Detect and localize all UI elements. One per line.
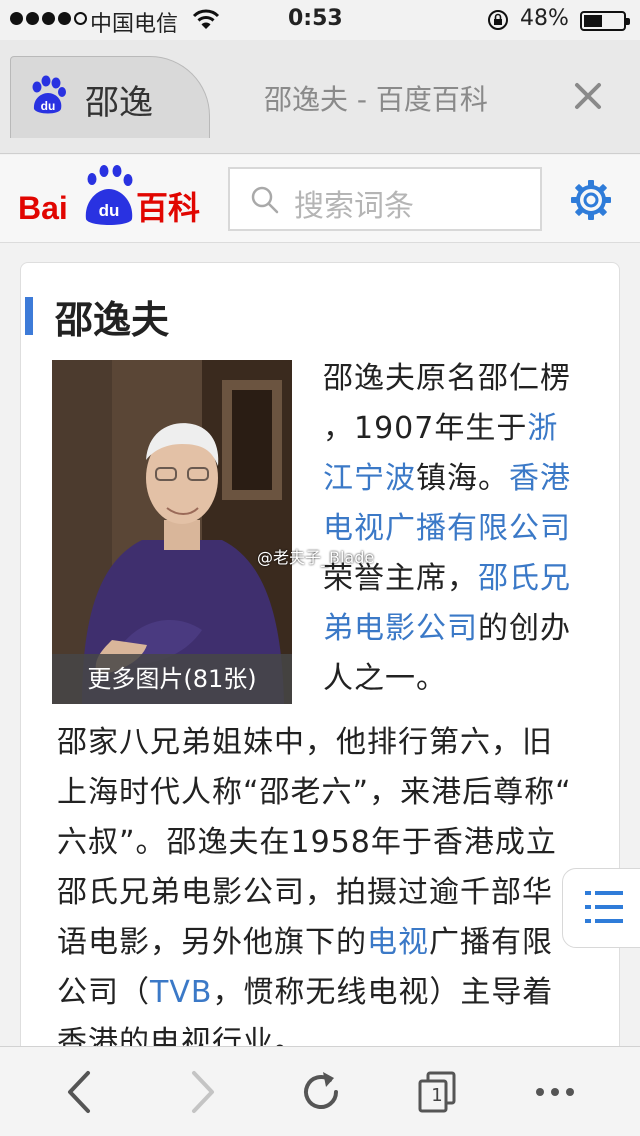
search-placeholder: 搜索词条 [294,189,414,224]
body-paragraph: 邵家八兄弟姐妹中，他排行第六，旧 上海时代人称“邵老六”，来港后尊称“ 六叔”。邵逸… [57,718,617,1061]
text-segment: ，1907年生于 [323,411,528,446]
text-line: 上海时代人称“邵老六”，来港后尊称“ [57,768,617,818]
text-line: 弟电影公司的创办 [323,604,619,654]
text-line: 六叔”。邵逸夫在1958年于香港成立 [57,818,617,868]
text-segment: 上海时代人称“邵老六”，来港后尊称“ [57,775,572,810]
text-line: 邵逸夫原名邵仁楞 [323,354,619,404]
text-segment: 邵氏兄弟电影公司，拍摄过逾千部华 [57,875,553,910]
text-segment: 镇海。 [416,461,509,496]
baidu-paw-icon: du [32,75,66,114]
baidu-baike-logo[interactable]: Bai du 百科 [18,161,208,231]
wifi-icon [192,9,220,29]
search-icon [251,186,279,214]
active-tab-label: 邵逸 [85,83,153,123]
page-title: 邵逸夫 - 百度百科 [264,83,488,116]
text-line: 电视广播有限公司 [323,504,619,554]
inline-link[interactable]: TVB [150,975,212,1010]
inline-link[interactable]: 电视广播有限公司 [323,511,571,546]
text-segment: 邵家八兄弟姐妹中，他排行第六，旧 [57,725,553,760]
text-segment: 荣誉主席， [323,561,478,596]
more-icon[interactable] [530,1065,580,1119]
text-segment: 公司（ [57,975,150,1010]
tabs-icon[interactable]: 1 [414,1065,464,1119]
svg-text:百科: 百科 [136,189,200,227]
back-arrow-icon[interactable] [56,1065,106,1119]
text-segment: 广播有限 [429,925,553,960]
portrait-image [52,360,292,704]
text-line: 语电影，另外他旗下的电视广播有限 [57,918,617,968]
inline-link[interactable]: 电视 [367,925,429,960]
article-photo[interactable]: 更多图片(81张) [52,360,292,704]
svg-text:du: du [41,99,56,113]
text-line: 江宁波镇海。香港 [323,454,619,504]
text-line: 公司（TVB，惯称无线电视）主导着 [57,968,617,1018]
text-segment: 语电影，另外他旗下的 [57,925,367,960]
active-tab[interactable]: du 邵逸 [10,56,210,138]
text-segment: 六叔”。邵逸夫在1958年于香港成立 [57,825,557,860]
toc-list-icon [585,891,623,923]
carrier-name: 中国电信 [90,12,179,37]
tab-count: 1 [431,1085,443,1106]
battery-icon [580,11,630,31]
inline-link[interactable]: 弟电影公司 [323,611,478,646]
clock: 0:53 [288,6,343,31]
rotation-lock-icon [488,10,508,30]
status-bar: 中国电信 0:53 48% [0,0,640,40]
svg-text:Bai: Bai [18,190,68,226]
article-card: 邵逸夫 更多图片(81张) @老夫子_Blade 邵逸夫原名邵仁楞 ，1907年生… [20,262,620,1062]
baike-header: Bai du 百科 搜索词条 [0,155,640,243]
reload-icon[interactable] [296,1065,346,1119]
text-segment: 的创办 [478,611,571,646]
text-line: ，1907年生于浙 [323,404,619,454]
browser-toolbar: 1 [0,1046,640,1136]
battery-percent: 48% [520,6,569,31]
text-line: 人之一。 [323,654,619,704]
intro-paragraph: 邵逸夫原名邵仁楞 ，1907年生于浙 江宁波镇海。香港 电视广播有限公司 荣誉主席，邵氏… [323,354,619,704]
text-line: 邵氏兄弟电影公司，拍摄过逾千部华 [57,868,617,918]
text-segment: 邵逸夫原名邵仁楞 [323,361,571,396]
heading-accent-bar [25,297,33,335]
article-title: 邵逸夫 [55,298,170,342]
text-segment: 人之一。 [323,661,447,696]
browser-tab-bar: du 邵逸 邵逸夫 - 百度百科 [0,40,640,154]
search-input[interactable]: 搜索词条 [228,167,542,231]
inline-link[interactable]: 邵氏兄 [478,561,571,596]
inline-link[interactable]: 香港 [509,461,571,496]
text-line: 荣誉主席，邵氏兄 [323,554,619,604]
text-segment: ，惯称无线电视）主导着 [212,975,554,1010]
close-icon[interactable] [570,78,606,114]
svg-text:du: du [99,201,120,220]
signal-icon [10,12,87,25]
gear-icon[interactable] [570,179,612,221]
forward-arrow-icon[interactable] [176,1065,226,1119]
inline-link[interactable]: 江宁波 [323,461,416,496]
table-of-contents-button[interactable] [562,868,640,948]
text-line: 邵家八兄弟姐妹中，他排行第六，旧 [57,718,617,768]
inline-link[interactable]: 浙 [527,411,558,446]
more-photos-label[interactable]: 更多图片(81张) [52,654,292,704]
